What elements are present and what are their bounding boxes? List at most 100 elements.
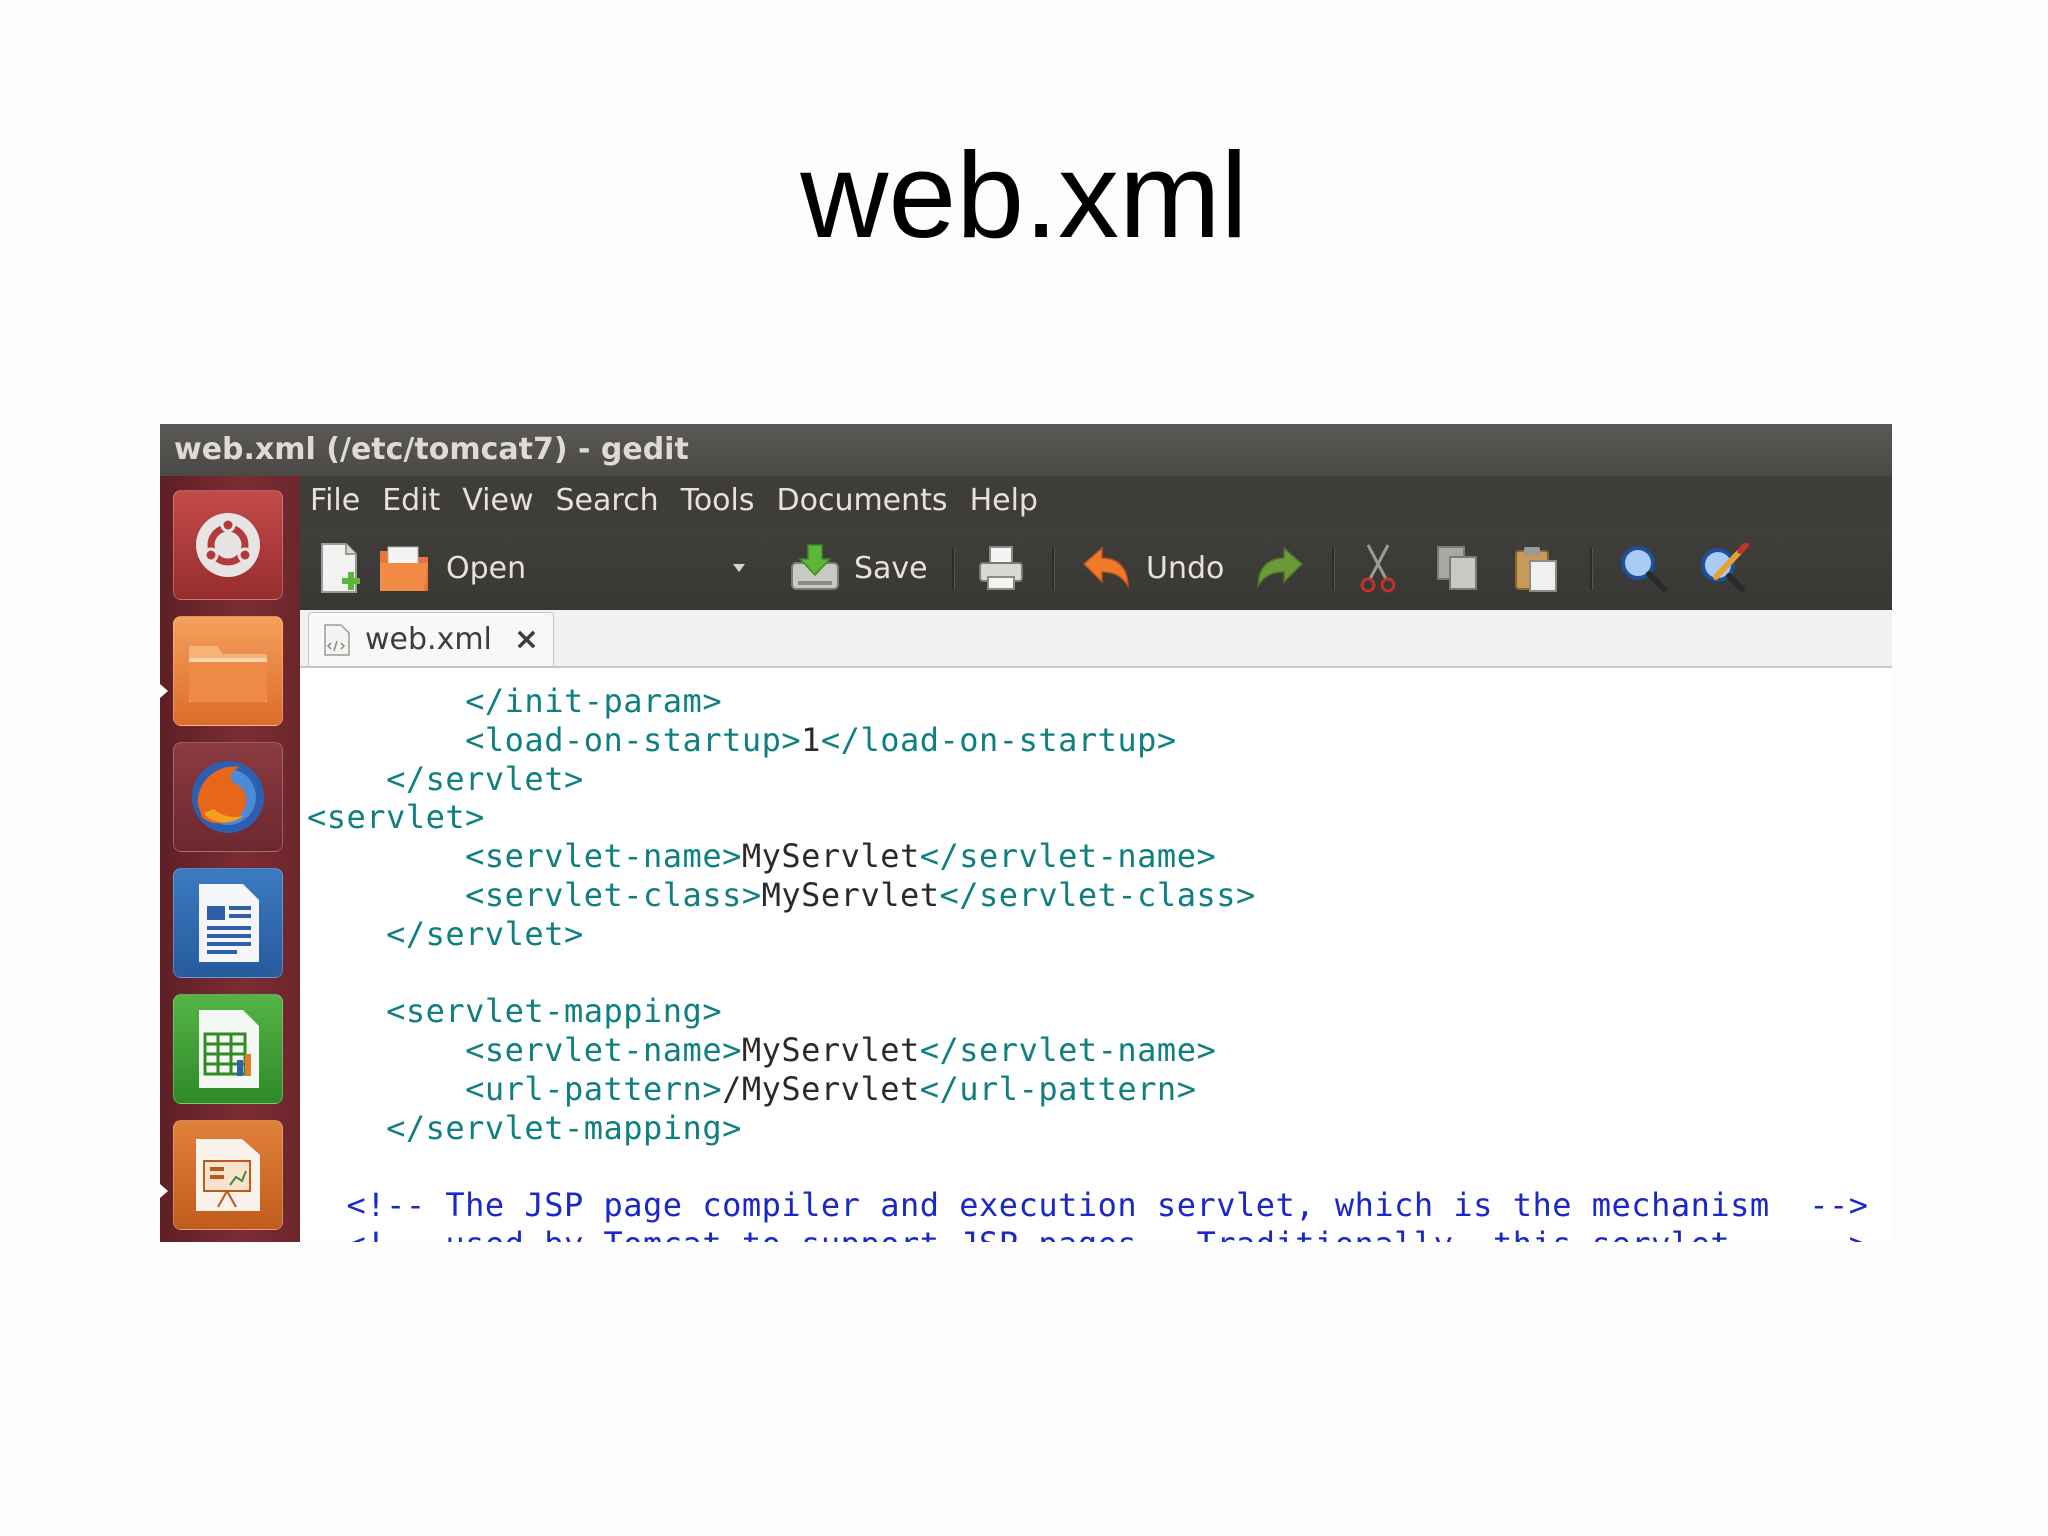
toolbar: Open Save Undo <box>300 526 1892 610</box>
toolbar-separator <box>1052 548 1055 590</box>
code-text: MyServlet <box>741 1031 920 1069</box>
find-button[interactable] <box>1618 542 1668 594</box>
menu-view[interactable]: View <box>451 476 544 526</box>
print-icon <box>979 546 1023 590</box>
code-line: <load-on-startup>1</load-on-startup> <box>307 721 1177 759</box>
menu-bar: File Edit View Search Tools Documents He… <box>300 476 1892 526</box>
tab-web-xml[interactable]: web.xml × <box>308 612 554 666</box>
code-text: MyServlet <box>761 876 940 914</box>
impress-presentation-icon <box>196 1139 260 1211</box>
document-tab-bar: web.xml × <box>300 610 1892 668</box>
code-line: <servlet> <box>307 798 485 836</box>
undo-icon <box>1082 546 1129 589</box>
ubuntu-logo-icon <box>196 513 260 577</box>
open-dropdown-button[interactable] <box>732 542 746 594</box>
firefox-icon <box>192 761 264 833</box>
code-line: <servlet-name>MyServlet</servlet-name> <box>307 837 1216 875</box>
toolbar-separator <box>1332 548 1335 590</box>
find-replace-button[interactable] <box>1698 542 1750 594</box>
menu-edit[interactable]: Edit <box>371 476 451 526</box>
code-line: <url-pattern>/MyServlet</url-pattern> <box>307 1070 1196 1108</box>
new-document-button[interactable] <box>318 542 362 594</box>
launcher-impress[interactable] <box>173 1120 283 1230</box>
launcher-calc[interactable] <box>173 994 283 1104</box>
calc-spreadsheet-icon <box>199 1010 259 1088</box>
code-line: </servlet-mapping> <box>307 1109 742 1147</box>
new-document-icon <box>321 543 360 593</box>
code-text: 1 <box>801 721 821 759</box>
code-comment: <!-- The JSP page compiler and execution… <box>307 1186 1869 1224</box>
code-tag: </servlet> <box>307 760 584 798</box>
launcher-files[interactable] <box>173 616 283 726</box>
find-replace-icon <box>1701 543 1749 592</box>
menu-help[interactable]: Help <box>959 476 1049 526</box>
code-comment: <!-- used by Tomcat to support JSP pages… <box>307 1225 1868 1242</box>
toolbar-separator <box>1590 548 1593 590</box>
code-tag: </servlet-name> <box>919 837 1217 875</box>
code-tag: <servlet> <box>307 798 485 836</box>
launcher-writer[interactable] <box>173 868 283 978</box>
copy-button[interactable] <box>1436 542 1480 594</box>
redo-icon <box>1257 546 1304 589</box>
open-label: Open <box>446 550 527 586</box>
code-line: </init-param> <box>307 682 722 720</box>
redo-button[interactable] <box>1254 542 1304 594</box>
save-button[interactable]: Save <box>790 542 928 594</box>
code-tag: <load-on-startup> <box>307 721 802 759</box>
undo-button[interactable]: Undo <box>1082 542 1224 594</box>
paste-icon <box>1515 547 1557 592</box>
code-tag: <url-pattern> <box>307 1070 723 1108</box>
code-tag: </load-on-startup> <box>820 721 1177 759</box>
code-line: <!-- used by Tomcat to support JSP pages… <box>307 1225 1868 1242</box>
tab-close-icon[interactable]: × <box>514 622 539 657</box>
code-tag: </url-pattern> <box>919 1070 1197 1108</box>
code-tag: </servlet> <box>307 915 584 953</box>
open-button[interactable]: Open <box>378 542 526 594</box>
menu-file[interactable]: File <box>300 476 371 526</box>
xml-file-icon <box>324 623 350 656</box>
code-tag: </servlet-mapping> <box>307 1109 742 1147</box>
launcher-running-indicator <box>160 684 168 698</box>
unity-launcher <box>160 476 300 1242</box>
code-text: MyServlet <box>741 837 920 875</box>
code-editor[interactable]: </init-param> <load-on-startup>1</load-o… <box>300 668 1892 1242</box>
save-label: Save <box>854 550 928 586</box>
code-line: <servlet-mapping> <box>307 992 722 1030</box>
cut-button[interactable] <box>1358 542 1398 594</box>
launcher-active-indicator <box>160 1184 168 1198</box>
code-line: <servlet-name>MyServlet</servlet-name> <box>307 1031 1216 1069</box>
paste-button[interactable] <box>1514 542 1558 594</box>
copy-icon <box>1437 546 1477 590</box>
code-tag: <servlet-name> <box>307 1031 742 1069</box>
launcher-firefox[interactable] <box>173 742 283 852</box>
print-button[interactable] <box>976 542 1026 594</box>
code-tag: <servlet-name> <box>307 837 742 875</box>
launcher-ubuntu-dash[interactable] <box>173 490 283 600</box>
code-tag: <servlet-mapping> <box>307 992 723 1030</box>
tab-label: web.xml <box>365 622 492 657</box>
open-folder-icon <box>380 546 428 591</box>
menu-search[interactable]: Search <box>545 476 670 526</box>
toolbar-separator <box>952 548 955 590</box>
undo-label: Undo <box>1146 550 1225 586</box>
dropdown-arrow-icon <box>733 564 745 572</box>
folder-icon <box>189 646 267 702</box>
cut-icon <box>1360 544 1396 593</box>
save-icon <box>791 544 839 590</box>
menu-tools[interactable]: Tools <box>670 476 766 526</box>
code-tag: </servlet-class> <box>939 876 1256 914</box>
code-text: /MyServlet <box>722 1070 920 1108</box>
gedit-window: web.xml (/etc/tomcat7) - gedit File Edit… <box>160 424 1892 1242</box>
code-tag: </init-param> <box>307 682 723 720</box>
code-tag: </servlet-name> <box>919 1031 1217 1069</box>
code-line: <!-- The JSP page compiler and execution… <box>307 1186 1868 1224</box>
window-title: web.xml (/etc/tomcat7) - gedit <box>160 424 1892 476</box>
code-line: </servlet> <box>307 915 584 953</box>
code-line: <servlet-class>MyServlet</servlet-class> <box>307 876 1256 914</box>
find-icon <box>1621 546 1667 592</box>
slide-title: web.xml <box>800 127 1248 263</box>
code-tag: <servlet-class> <box>307 876 762 914</box>
code-line: </servlet> <box>307 760 584 798</box>
writer-document-icon <box>199 884 259 962</box>
menu-documents[interactable]: Documents <box>766 476 959 526</box>
